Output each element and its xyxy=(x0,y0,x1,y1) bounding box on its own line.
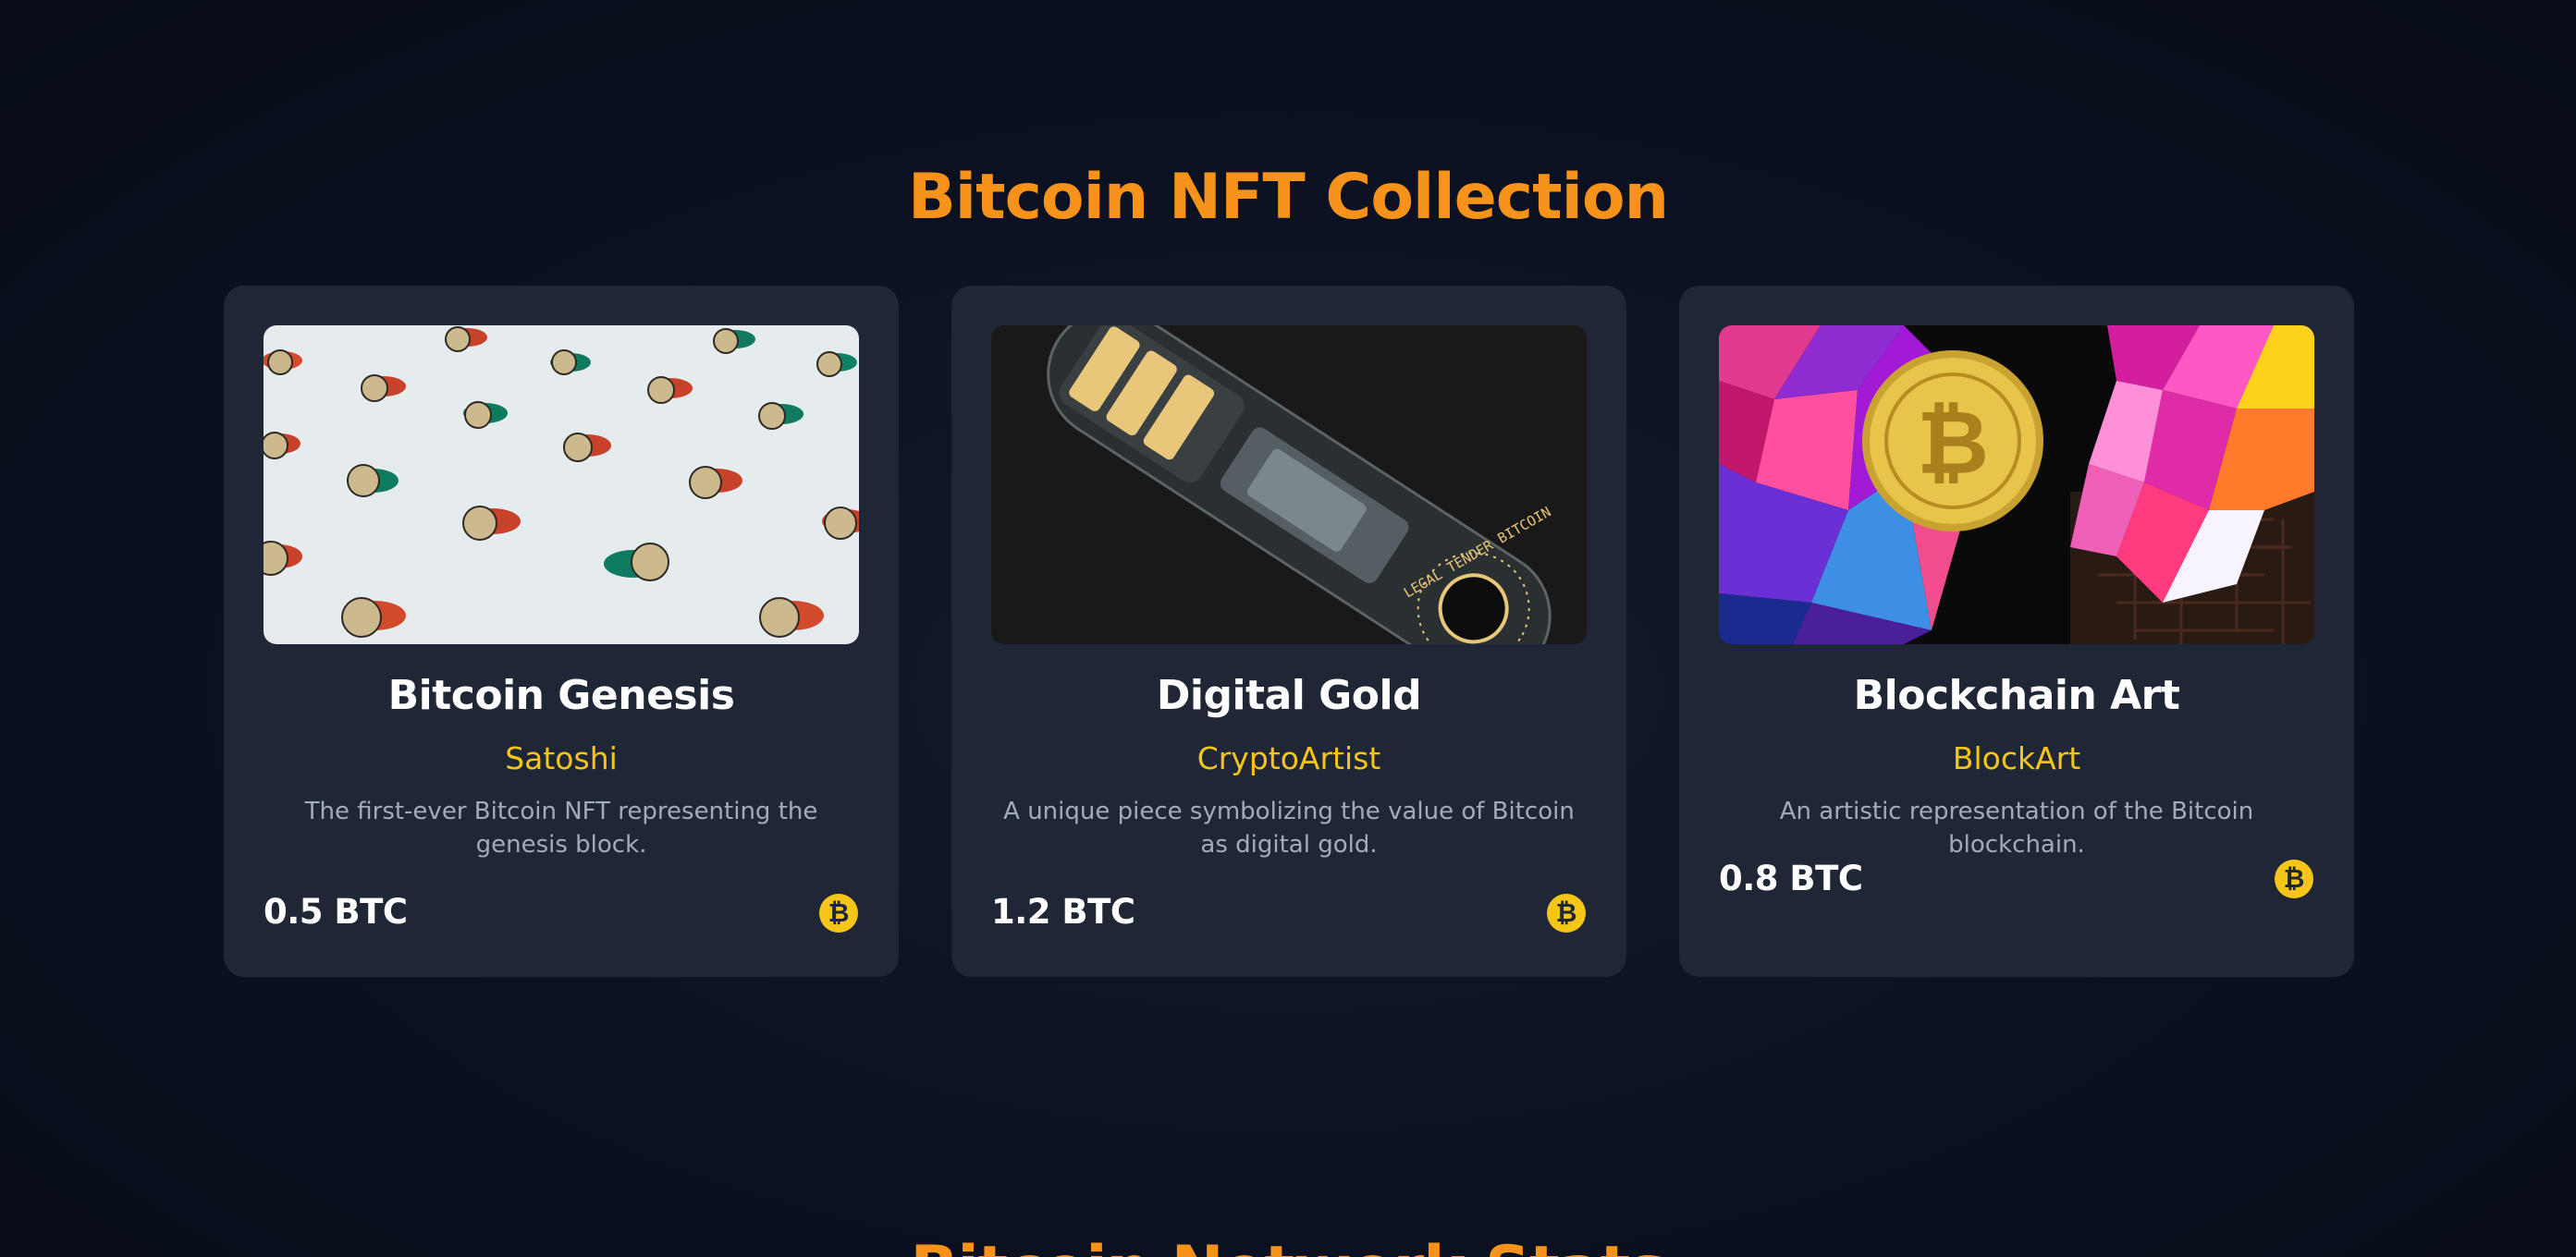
bitcoin-icon: ₿ xyxy=(1547,894,1586,933)
section-title: Bitcoin NFT Collection xyxy=(907,161,1669,234)
page: Bitcoin NFT Collection Bitcoin Genesis S… xyxy=(0,0,2576,1257)
svg-text:₿: ₿ xyxy=(1917,391,1989,494)
nft-title: Bitcoin Genesis xyxy=(387,672,735,719)
nft-description: An artistic representation of the Bitcoi… xyxy=(1779,798,2254,859)
bitcoin-icon: ₿ xyxy=(819,894,858,933)
nft-card[interactable]: ₿ Blockchain Art BlockArt An artistic re… xyxy=(1679,286,2354,977)
nft-image-coins[interactable] xyxy=(264,325,859,644)
next-section-title: Bitcoin Network Stats xyxy=(0,1231,2576,1257)
nft-title: Blockchain Art xyxy=(1853,672,2180,719)
nft-image-hardware-wallet[interactable]: LEGAL TENDER BITCOIN xyxy=(991,325,1587,644)
nft-title: Digital Gold xyxy=(1156,672,1422,719)
nft-artist[interactable]: Satoshi xyxy=(224,738,899,779)
nft-image-geometric-art[interactable]: ₿ xyxy=(1719,325,2314,644)
nft-description: The first-ever Bitcoin NFT representing … xyxy=(304,798,818,859)
nft-price: 1.2 BTC xyxy=(991,892,1135,932)
nft-description: A unique piece symbolizing the value of … xyxy=(1003,798,1575,859)
nft-price: 0.8 BTC xyxy=(1719,859,1863,898)
nft-price: 0.5 BTC xyxy=(264,892,408,932)
nft-artist[interactable]: BlockArt xyxy=(1679,738,2354,779)
bitcoin-icon: ₿ xyxy=(2275,860,2313,898)
nft-card[interactable]: LEGAL TENDER BITCOIN Digital Gold Crypto… xyxy=(951,286,1626,977)
nft-card[interactable]: Bitcoin Genesis Satoshi The first-ever B… xyxy=(224,286,899,977)
nft-artist[interactable]: CryptoArtist xyxy=(951,738,1626,779)
